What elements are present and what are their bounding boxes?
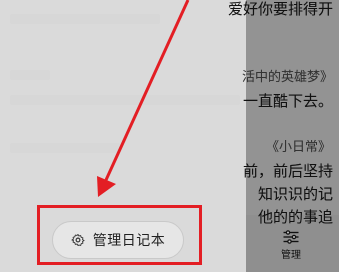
screen: 爱好你要排得开 活中的英雄梦》 一直酷下去。 《小日常》 前，前后坚持 知识识的…: [0, 0, 339, 272]
diary-entry-text: 知识识的记: [257, 185, 333, 203]
tab-manage[interactable]: 管理: [274, 228, 308, 262]
diary-entry-text: 前，前后坚持: [242, 162, 333, 180]
diary-entry-text: 一直酷下去。: [242, 92, 333, 110]
diary-entry-tag: 《小日常》: [265, 140, 331, 155]
tab-manage-label: 管理: [281, 249, 301, 261]
diary-entry-tag: 活中的英雄梦》: [241, 70, 333, 85]
diary-entry-text: 爱好你要排得开: [227, 0, 333, 18]
diary-entry-text: 他的的事追: [257, 208, 333, 226]
annotation-highlight-box: [37, 205, 202, 265]
sliders-icon: [283, 229, 299, 244]
